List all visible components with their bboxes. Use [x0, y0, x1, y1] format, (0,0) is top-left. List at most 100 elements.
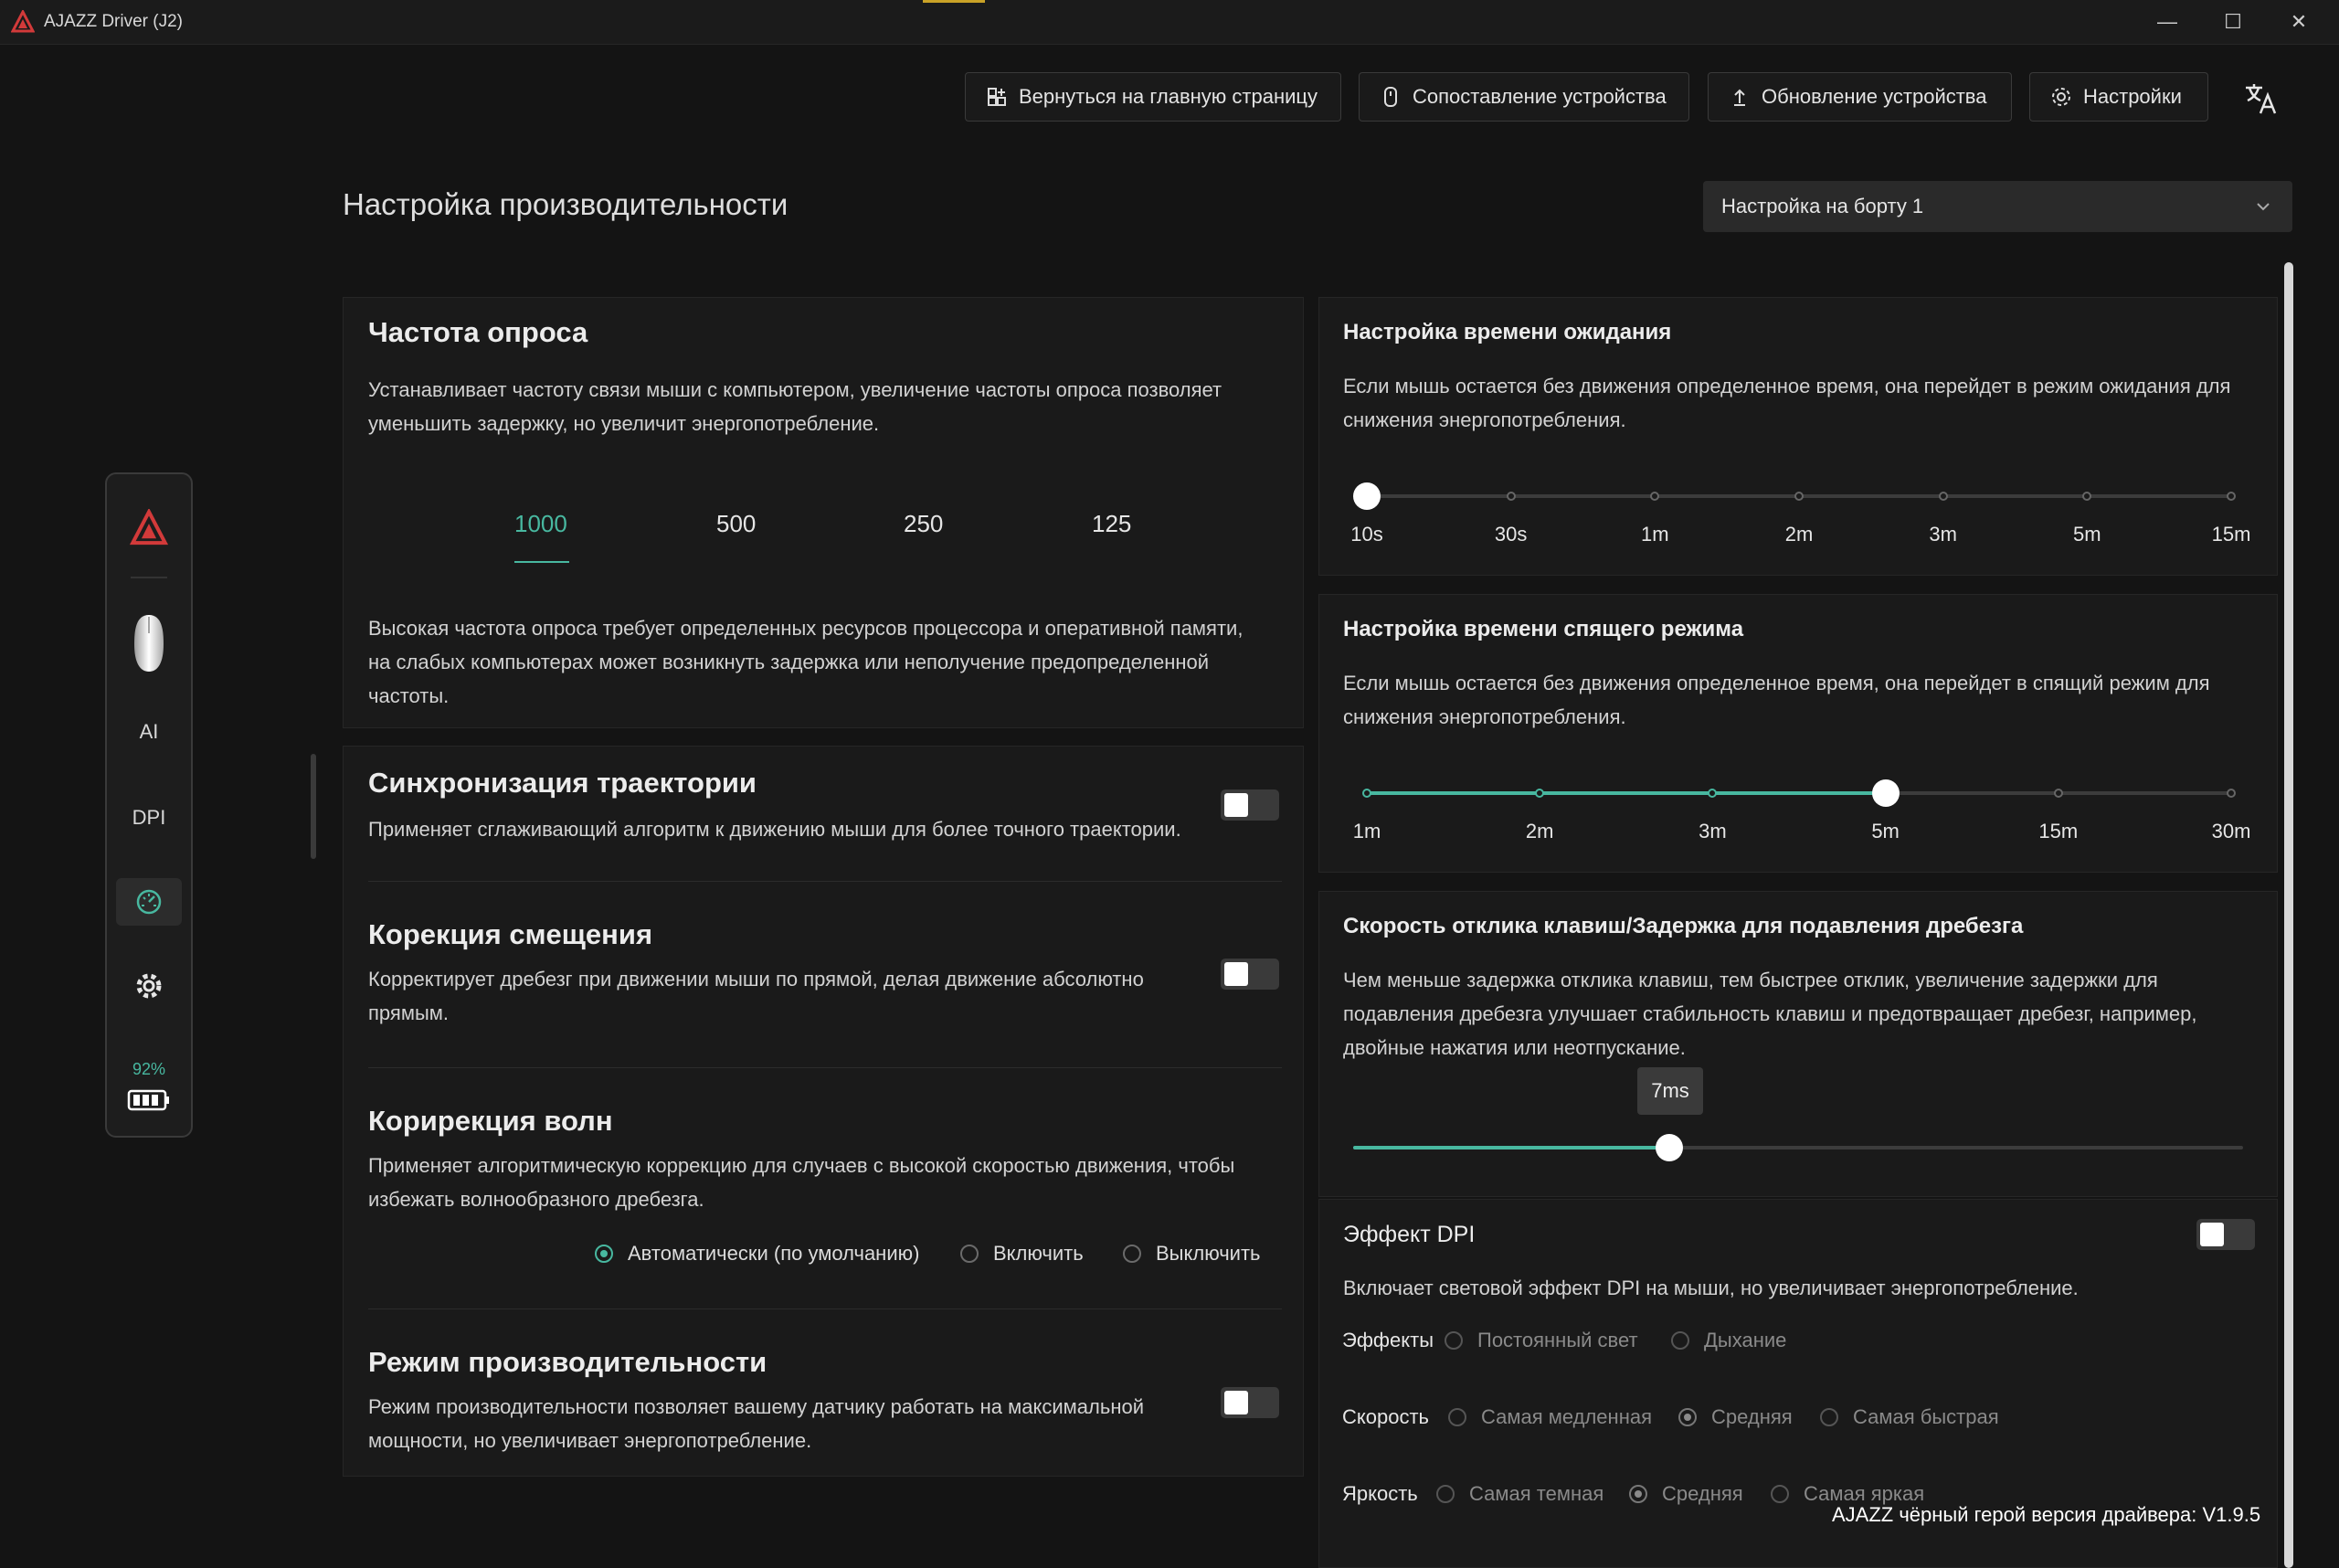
- sleep-label: 3m: [1699, 820, 1727, 842]
- radio-dot: [1448, 1408, 1466, 1426]
- polling-rate-note-1: Высокая частота опроса требует определен…: [368, 617, 1244, 640]
- polling-rate-option-125[interactable]: 125: [1092, 510, 1131, 538]
- update-button[interactable]: Обновление устройства: [1708, 72, 2012, 122]
- maximize-button[interactable]: ☐: [2200, 0, 2266, 44]
- left-scrollbar[interactable]: [311, 754, 316, 859]
- dpi-effect-toggle[interactable]: [2196, 1219, 2255, 1250]
- sleep-tick[interactable]: [2053, 789, 2063, 798]
- debounce-fill: [1353, 1146, 1669, 1150]
- effect-radio-steady-label: Постоянный свет: [1477, 1329, 1638, 1351]
- close-icon: ✕: [2290, 10, 2308, 33]
- maximize-icon: ☐: [2224, 10, 2242, 33]
- speed-radio-fastest[interactable]: Самая быстрая: [1820, 1405, 1999, 1429]
- offset-toggle[interactable]: [1221, 959, 1279, 990]
- standby-tick[interactable]: [1794, 492, 1804, 501]
- right-scrollbar[interactable]: [2284, 262, 2293, 1568]
- sleep-tick[interactable]: [1362, 789, 1371, 798]
- translate-icon[interactable]: [2242, 80, 2279, 117]
- waves-radio-off[interactable]: Выключить: [1123, 1242, 1261, 1266]
- sleep-label: 15m: [2038, 820, 2079, 842]
- standby-tick[interactable]: [2227, 492, 2236, 501]
- performance-mode-desc-1: Режим производительности позволяет вашем…: [368, 1395, 1144, 1418]
- waves-radio-on-label: Включить: [993, 1242, 1084, 1265]
- toggle-knob: [1224, 1391, 1248, 1414]
- performance-mode-toggle[interactable]: [1221, 1387, 1279, 1418]
- home-button[interactable]: Вернуться на главную страницу: [965, 72, 1341, 122]
- debounce-title: Скорость отклика клавиш/Задержка для под…: [1343, 914, 2024, 938]
- trajectory-toggle[interactable]: [1221, 789, 1279, 821]
- speed-label: Скорость: [1342, 1405, 1430, 1428]
- home-button-label: Вернуться на главную страницу: [1019, 85, 1318, 108]
- standby-tick[interactable]: [1938, 492, 1948, 501]
- radio-dot: [1436, 1485, 1455, 1503]
- sidebar-item-performance[interactable]: [107, 884, 191, 920]
- polling-rate-selected-underline: [514, 561, 569, 563]
- debounce-value-tooltip: 7ms: [1637, 1067, 1703, 1115]
- home-icon: [986, 86, 1008, 108]
- effect-radio-steady[interactable]: Постоянный свет: [1445, 1329, 1638, 1352]
- device-icon: [1380, 86, 1402, 108]
- pairing-button[interactable]: Сопоставление устройства: [1359, 72, 1689, 122]
- speed-radio-slowest[interactable]: Самая медленная: [1448, 1405, 1652, 1429]
- sidebar-item-ai-label: AI: [139, 720, 159, 743]
- standby-desc-2: снижения энергопотребления.: [1343, 408, 1626, 431]
- standby-tick[interactable]: [1506, 492, 1516, 501]
- sidebar: AI DPI 92%: [105, 472, 193, 1138]
- sidebar-item-device[interactable]: [107, 602, 191, 684]
- standby-label: 1m: [1641, 523, 1669, 546]
- brightness-radio-darkest[interactable]: Самая темная: [1436, 1482, 1603, 1506]
- waves-title: Корирекция волн: [368, 1105, 613, 1137]
- debounce-desc-3: двойные нажатия или неотпускание.: [1343, 1036, 1686, 1059]
- sleep-fill: [1367, 791, 1886, 795]
- performance-mode-desc-2: мощности, но увеличивает энергопотреблен…: [368, 1429, 812, 1452]
- minimize-button[interactable]: —: [2134, 0, 2200, 44]
- sidebar-item-ai[interactable]: AI: [107, 714, 191, 750]
- update-button-label: Обновление устройства: [1762, 85, 1987, 108]
- debounce-thumb[interactable]: [1655, 1134, 1683, 1161]
- battery-percent: 92%: [132, 1059, 166, 1078]
- standby-label: 15m: [2211, 523, 2251, 546]
- battery-icon: [107, 1086, 191, 1114]
- profile-select[interactable]: Настройка на борту 1: [1703, 181, 2292, 232]
- polling-rate-option-250[interactable]: 250: [904, 510, 943, 538]
- settings-button[interactable]: Настройки: [2029, 72, 2208, 122]
- radio-dot: [1445, 1331, 1463, 1350]
- chevron-down-icon: [2257, 203, 2270, 211]
- window-title: AJAZZ Driver (J2): [44, 12, 183, 31]
- standby-thumb[interactable]: [1353, 482, 1381, 510]
- mouse-icon: [134, 615, 164, 672]
- divider: [368, 1308, 1282, 1309]
- trajectory-desc: Применяет сглаживающий алгоритм к движен…: [368, 818, 1181, 841]
- waves-radio-on[interactable]: Включить: [960, 1242, 1084, 1266]
- sleep-tick[interactable]: [2227, 789, 2236, 798]
- sidebar-item-settings[interactable]: [107, 968, 191, 1004]
- sleep-thumb[interactable]: [1871, 779, 1900, 807]
- radio-dot: [1671, 1331, 1689, 1350]
- standby-label: 10s: [1350, 523, 1383, 546]
- polling-rate-panel: Частота опроса Устанавливает частоту свя…: [343, 297, 1304, 728]
- polling-rate-option-500[interactable]: 500: [716, 510, 756, 538]
- radio-dot: [595, 1245, 613, 1263]
- speed-radio-medium[interactable]: Средняя: [1678, 1405, 1793, 1429]
- polling-rate-note-2: на слабых компьютерах может возникнуть з…: [368, 651, 1210, 673]
- radio-dot: [1629, 1485, 1647, 1503]
- ajazz-logo-icon: [130, 509, 168, 546]
- close-button[interactable]: ✕: [2266, 0, 2332, 44]
- sleep-title: Настройка времени спящего режима: [1343, 617, 1744, 641]
- polling-rate-note-3: частоты.: [368, 684, 450, 707]
- settings-button-label: Настройки: [2083, 85, 2182, 108]
- sleep-desc-1: Если мышь остается без движения определе…: [1343, 672, 2210, 694]
- sidebar-item-dpi[interactable]: DPI: [107, 800, 191, 836]
- polling-rate-option-1000[interactable]: 1000: [514, 510, 567, 538]
- sleep-label: 2m: [1525, 820, 1554, 842]
- brightness-radio-medium[interactable]: Средняя: [1629, 1482, 1743, 1506]
- sidebar-logo[interactable]: [107, 487, 191, 569]
- debounce-desc-1: Чем меньше задержка отклика клавиш, тем …: [1343, 969, 2158, 991]
- waves-radio-auto-label: Автоматически (по умолчанию): [628, 1242, 920, 1265]
- waves-radio-auto[interactable]: Автоматически (по умолчанию): [595, 1242, 919, 1266]
- radio-dot: [1820, 1408, 1838, 1426]
- performance-mode-title: Режим производительности: [368, 1346, 767, 1378]
- dpi-effect-title: Эффект DPI: [1343, 1222, 1476, 1247]
- effect-radio-breathing[interactable]: Дыхание: [1671, 1329, 1786, 1352]
- upload-icon: [1729, 86, 1751, 108]
